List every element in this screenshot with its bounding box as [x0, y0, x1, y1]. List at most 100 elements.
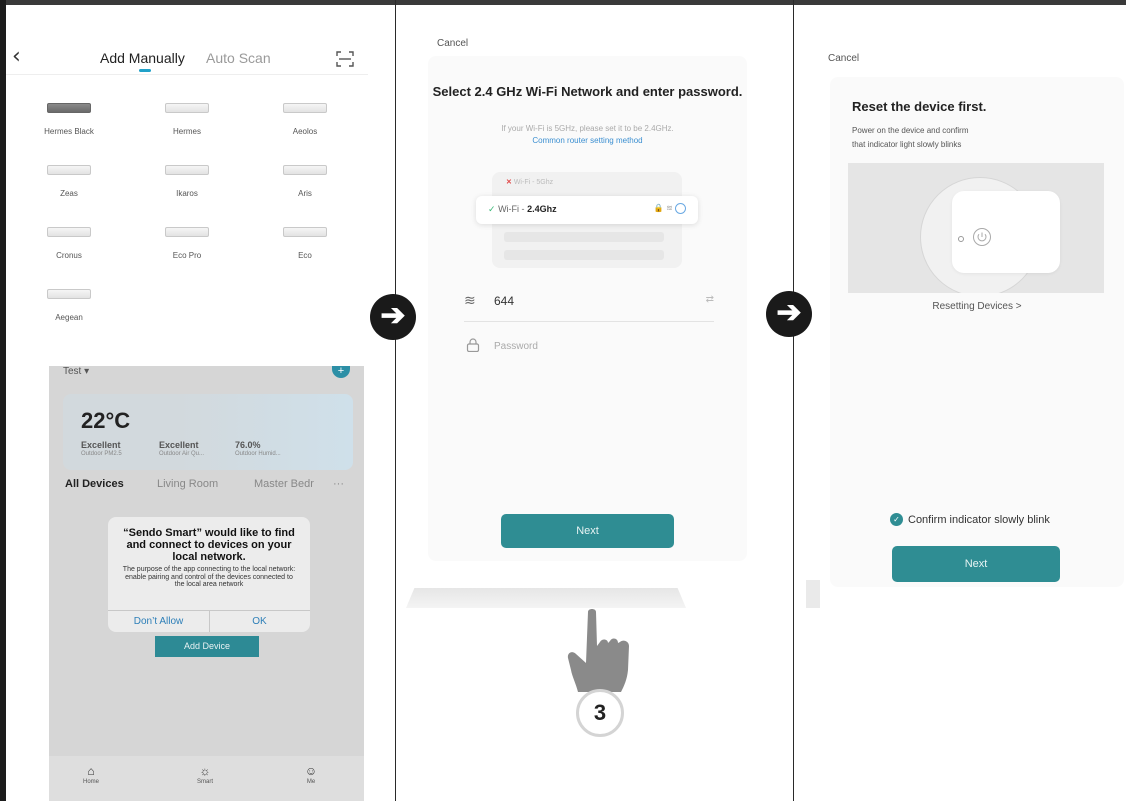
metric-value: Excellent [159, 440, 199, 450]
wifi-24g-label: ✓ Wi-Fi - 2.4Ghz [488, 204, 557, 215]
cross-icon: ✕ [506, 179, 512, 186]
device-image [47, 103, 91, 113]
device-image [283, 227, 327, 237]
tab-label: Smart [196, 779, 213, 785]
wifi-placeholder-row [504, 232, 664, 242]
device-tile-eco[interactable]: Eco [250, 227, 360, 260]
indicator-light-icon [958, 236, 964, 242]
device-tile-aris[interactable]: Aris [250, 165, 360, 198]
tab-master-bedroom[interactable]: Master Bedr [254, 478, 314, 490]
active-tab-indicator [139, 69, 151, 72]
wifi-5g-row: ✕ Wi-Fi - 5Ghz [506, 178, 553, 186]
tab-add-manually[interactable]: Add Manually [100, 50, 185, 66]
device-label: Aegean [55, 313, 83, 322]
metric-humidity: 76.0% Outdoor Humid... [235, 440, 281, 457]
tab-home[interactable]: ⌂ Home [61, 764, 121, 785]
ok-button[interactable]: OK [209, 611, 310, 632]
tab-label: Home [82, 779, 99, 785]
ssid-field[interactable]: ≋ 644 ⇄ [464, 288, 714, 322]
add-device-button[interactable]: Add Device [155, 636, 259, 657]
password-placeholder: Password [494, 341, 538, 352]
check-icon: ✓ [488, 204, 496, 214]
wifi-icon: ≋ [464, 292, 476, 308]
more-icon[interactable]: ··· [333, 478, 344, 490]
device-image [47, 289, 91, 299]
wifi-24g-row: ✓ Wi-Fi - 2.4Ghz 🔒 ≋ [476, 196, 698, 224]
dialog-title: “Sendo Smart” would like to find and con… [123, 527, 295, 563]
tab-auto-scan[interactable]: Auto Scan [206, 50, 271, 66]
home-screen: Test ▾ + 22°C Excellent Outdoor PM2.5 Ex… [49, 366, 364, 801]
next-button[interactable]: Next [892, 546, 1060, 582]
dont-allow-button[interactable]: Don’t Allow [108, 611, 209, 632]
device-panel [952, 191, 1060, 273]
device-image [165, 103, 209, 113]
instruction-line: that indicator light slowly blinks [852, 140, 962, 149]
tab-label: Me [306, 779, 316, 785]
tab-living-room[interactable]: Living Room [157, 478, 218, 490]
smart-icon: ☼ [199, 764, 211, 778]
wifi-setup-card: Select 2.4 GHz Wi-Fi Network and enter p… [428, 56, 747, 561]
wifi-24g-prefix: Wi-Fi - [498, 204, 528, 214]
tab-smart[interactable]: ☼ Smart [175, 764, 235, 785]
card-shadow [406, 588, 686, 608]
reset-device-card: Reset the device first. Power on the dev… [830, 77, 1124, 587]
device-image [47, 165, 91, 175]
wifi-hint: If your Wi-Fi is 5GHz, please set it to … [501, 124, 674, 133]
device-image [165, 165, 209, 175]
device-image [47, 227, 91, 237]
metric-label: Outdoor Air Qu... [159, 451, 205, 457]
scan-frame-icon[interactable] [336, 51, 354, 67]
device-tile-hermes-black[interactable]: Hermes Black [14, 103, 124, 136]
dialog-body: The purpose of the app connecting to the… [122, 566, 296, 588]
metric-air-quality: Excellent Outdoor Air Qu... [159, 440, 204, 457]
device-tile-cronus[interactable]: Cronus [14, 227, 124, 260]
local-network-permission-dialog: “Sendo Smart” would like to find and con… [108, 517, 310, 632]
device-label: Aris [298, 189, 312, 198]
panel-divider-1 [395, 0, 396, 801]
resetting-devices-link[interactable]: Resetting Devices > [830, 301, 1124, 312]
device-tile-ikaros[interactable]: Ikaros [132, 165, 242, 198]
me-icon: ☺ [304, 764, 318, 778]
bottom-tab-bar: ⌂ Home ☼ Smart ☺ Me [49, 756, 364, 801]
next-button[interactable]: Next [501, 514, 674, 548]
device-illustration [848, 163, 1104, 293]
router-settings-link[interactable]: Common router setting method [428, 136, 747, 145]
add-manually-screen: ‹ Add Manually Auto Scan Hermes Black He… [6, 5, 368, 400]
cancel-button[interactable]: Cancel [437, 38, 468, 49]
add-icon[interactable]: + [332, 366, 350, 378]
page-title: Reset the device first. [852, 99, 987, 114]
confirm-checkbox[interactable]: ✓ Confirm indicator slowly blink [890, 513, 1110, 527]
card-shadow [806, 580, 820, 608]
password-field[interactable]: Password [464, 336, 714, 362]
reset-instructions: Power on the device and confirm that ind… [852, 124, 969, 152]
wifi-5g-label: Wi-Fi - 5Ghz [513, 179, 554, 186]
cancel-button[interactable]: Cancel [828, 53, 859, 64]
device-tile-zeas[interactable]: Zeas [14, 165, 124, 198]
swap-icon[interactable]: ⇄ [706, 294, 714, 305]
room-tabs: All Devices Living Room Master Bedr ··· [65, 478, 360, 494]
device-label: Hermes [172, 127, 201, 136]
step-number-badge: 3 [576, 689, 624, 737]
device-tile-eco-pro[interactable]: Eco Pro [132, 227, 242, 260]
metric-value: Excellent [81, 440, 121, 450]
chevron-left-icon[interactable]: ‹ [12, 46, 26, 68]
tap-hand-icon [567, 609, 629, 692]
tab-all-devices[interactable]: All Devices [65, 478, 124, 490]
tab-me[interactable]: ☺ Me [281, 764, 341, 785]
metric-label: Outdoor Humid... [235, 451, 281, 457]
device-tile-hermes[interactable]: Hermes [132, 103, 242, 136]
confirm-label: Confirm indicator slowly blink [908, 514, 1050, 526]
device-tile-aegean[interactable]: Aegean [14, 289, 124, 322]
wifi-24g-band: 2.4Ghz [527, 204, 557, 214]
device-label: Aeolos [292, 127, 318, 136]
device-image [283, 165, 327, 175]
metric-value: 76.0% [235, 440, 261, 450]
device-label: Cronus [56, 251, 82, 260]
add-device-header: ‹ Add Manually Auto Scan [6, 5, 368, 75]
dialog-buttons: Don’t Allow OK [108, 610, 310, 632]
home-selector[interactable]: Test ▾ [63, 366, 89, 377]
arrow-right-icon: ➔ [766, 291, 812, 337]
device-tile-aeolos[interactable]: Aeolos [250, 103, 360, 136]
device-label: Eco Pro [172, 251, 202, 260]
device-label: Eco [298, 251, 312, 260]
